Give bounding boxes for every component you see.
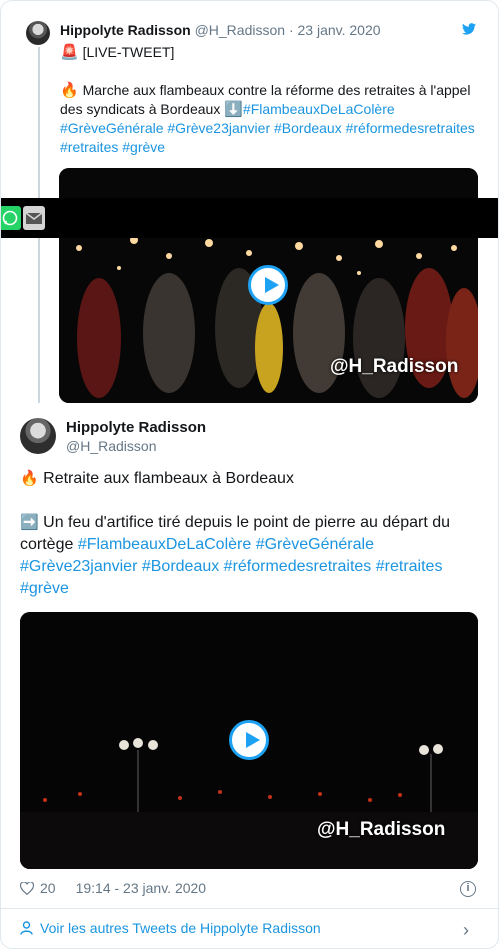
chevron-right-icon[interactable]: › <box>463 920 469 941</box>
author-handle[interactable]: @H_Radisson <box>66 438 156 454</box>
hashtag-link[interactable]: #grève <box>20 580 69 597</box>
video-watermark: @H_Radisson <box>330 356 459 377</box>
person-icon <box>20 921 33 935</box>
like-count[interactable]: 20 <box>40 880 56 896</box>
hashtag-link[interactable]: #Grève23janvier #Bordeaux #réformedesret… <box>20 558 442 575</box>
quoted-tweet-text: 🚨 [LIVE-TWEET] 🔥 Marche aux flambeaux co… <box>60 43 480 157</box>
video-watermark: @H_Radisson <box>317 819 446 840</box>
avatar[interactable] <box>20 418 56 454</box>
tweet-timestamp[interactable]: 19:14 - 23 janv. 2020 <box>76 880 207 896</box>
play-icon[interactable] <box>229 720 269 760</box>
divider <box>1 908 498 909</box>
share-overlay-bar <box>1 198 498 238</box>
author-name[interactable]: Hippolyte Radisson <box>60 22 191 38</box>
more-tweets-label[interactable]: Voir les autres Tweets de Hippolyte Radi… <box>40 920 321 936</box>
tweet-footer: 20 19:14 - 23 janv. 2020 <box>20 880 206 896</box>
quoted-tweet-header: Hippolyte Radisson @H_Radisson · 23 janv… <box>60 22 381 38</box>
hashtag-link[interactable]: #FlambeauxDeLaColère <box>243 101 395 117</box>
twitter-bird-icon[interactable] <box>462 23 476 35</box>
info-icon[interactable]: i <box>460 881 476 897</box>
author-handle[interactable]: @H_Radisson <box>195 22 285 38</box>
tweet-date[interactable]: 23 janv. 2020 <box>298 22 381 38</box>
fire-icon: 🔥 <box>60 82 79 99</box>
more-tweets-link[interactable]: Voir les autres Tweets de Hippolyte Radi… <box>20 920 321 936</box>
email-icon[interactable] <box>23 206 45 230</box>
separator-dot: · <box>288 22 294 38</box>
play-icon[interactable] <box>248 265 288 305</box>
tweet-line-1: Retraite aux flambeaux à Bordeaux <box>43 470 294 487</box>
rotating-light-icon: 🚨 <box>60 44 79 61</box>
avatar[interactable] <box>26 21 50 45</box>
live-tweet-label: [LIVE-TWEET] <box>82 44 175 60</box>
down-arrow-icon: ⬇️ <box>224 101 243 118</box>
right-arrow-icon: ➡️ <box>20 514 39 531</box>
tweet-embed: Hippolyte Radisson @H_Radisson · 23 janv… <box>0 0 499 949</box>
whatsapp-icon[interactable] <box>1 206 21 230</box>
tweet-text: 🔥 Retraite aux flambeaux à Bordeaux ➡️ U… <box>20 468 480 600</box>
hashtag-link[interactable]: #FlambeauxDeLaColère #GrèveGénérale <box>78 536 374 553</box>
author-name[interactable]: Hippolyte Radisson <box>66 419 206 436</box>
heart-icon[interactable] <box>20 881 34 895</box>
fire-icon: 🔥 <box>20 470 39 487</box>
hashtag-link[interactable]: #retraites #grève <box>60 139 165 155</box>
video-player[interactable]: @H_Radisson <box>20 612 478 869</box>
hashtag-link[interactable]: #GrèveGénérale #Grève23janvier #Bordeaux… <box>60 120 475 136</box>
